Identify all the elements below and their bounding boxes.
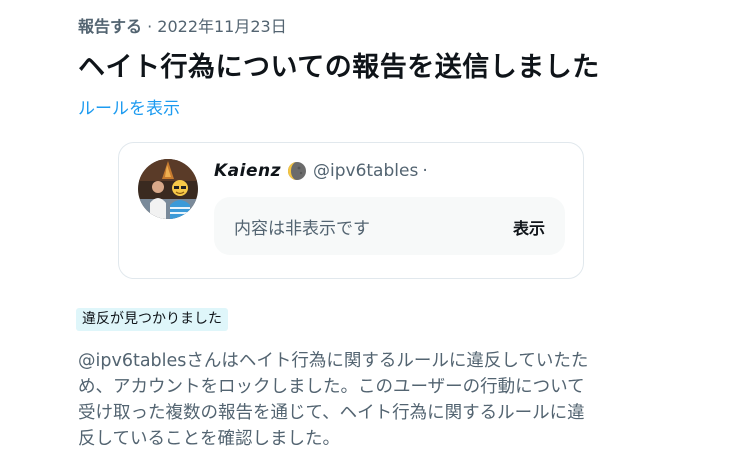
report-date: 2022年11月23日 xyxy=(157,17,287,36)
handle-separator: · xyxy=(422,161,428,181)
violation-found-badge: 違反が見つかりました xyxy=(76,308,228,331)
violation-description: @ipv6tablesさんはヘイト行為に関するルールに違反していたた め、アカウ… xyxy=(78,348,638,452)
show-content-button[interactable]: 表示 xyxy=(513,215,545,239)
view-rules-link[interactable]: ルールを表示 xyxy=(78,94,180,119)
description-line: @ipv6tablesさんはヘイト行為に関するルールに違反していたた xyxy=(78,351,589,371)
avatar[interactable] xyxy=(138,159,198,219)
author-handle[interactable]: @ipv6tables xyxy=(313,161,418,181)
reported-tweet-card: Kaienz @ipv6tables · 内容は非表示です 表示 xyxy=(118,142,584,279)
description-line: め、アカウントをロックしました。このユーザーの行動について xyxy=(78,377,585,397)
page-title: ヘイト行為についての報告を送信しました xyxy=(78,52,600,83)
author-name[interactable]: Kaienz xyxy=(214,161,281,181)
description-line: 反していることを確認しました。 xyxy=(78,429,340,449)
description-line: 受け取った複数の報告を通じて、ヘイト行為に関するルールに違 xyxy=(78,403,585,423)
hidden-content-box: 内容は非表示です 表示 xyxy=(214,197,565,255)
hidden-content-text: 内容は非表示です xyxy=(234,219,370,239)
report-header: 報告する · 2022年11月23日 xyxy=(78,13,287,37)
tweet-author-row: Kaienz @ipv6tables · xyxy=(214,161,428,181)
moon-emoji-icon xyxy=(287,161,307,181)
report-label: 報告する xyxy=(78,17,143,36)
header-separator: · xyxy=(142,17,158,36)
